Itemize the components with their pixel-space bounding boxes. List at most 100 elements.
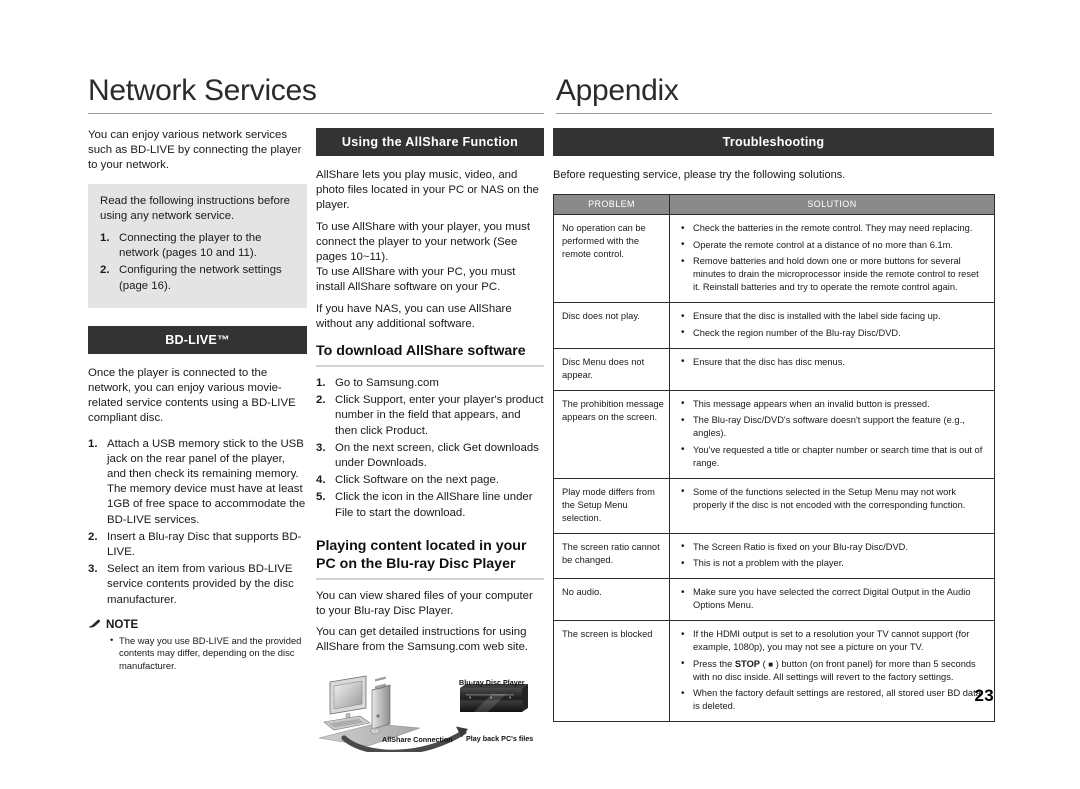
- list-number: 1.: [316, 377, 326, 390]
- table-row: The screen ratio cannot be changed. The …: [553, 533, 995, 579]
- list-text: Click the icon in the AllShare line unde…: [335, 491, 533, 519]
- column-appendix: Troubleshooting Before requesting servic…: [553, 128, 995, 752]
- section-header-troubleshooting: Troubleshooting: [553, 128, 994, 156]
- list-item: Check the region number of the Blu-ray D…: [680, 326, 988, 340]
- solution-list: Ensure that the disc is installed with t…: [680, 310, 988, 340]
- list-text: Configuring the network settings (page 1…: [119, 264, 282, 292]
- list-item: Ensure that the disc is installed with t…: [680, 310, 988, 323]
- table-row: The screen is blocked If the HDMI output…: [553, 620, 995, 722]
- network-instructions-list: 1. Connecting the player to the network …: [100, 231, 295, 294]
- network-intro-text: You can enjoy various network services s…: [88, 129, 302, 172]
- list-item: 2. Insert a Blu-ray Disc that supports B…: [88, 530, 307, 560]
- solution-list: Ensure that the disc has disc menus.: [680, 355, 988, 369]
- list-item: Check the batteries in the remote contro…: [680, 222, 988, 235]
- note-heading: NOTE: [88, 618, 307, 631]
- solution-list: If the HDMI output is set to a resolutio…: [680, 628, 988, 713]
- list-text: Select an item from various BD-LIVE serv…: [107, 563, 294, 606]
- cell-solution: If the HDMI output is set to a resolutio…: [669, 620, 995, 722]
- list-item: 1. Go to Samsung.com: [316, 376, 544, 391]
- cell-problem: The screen ratio cannot be changed.: [553, 533, 670, 579]
- list-text: Attach a USB memory stick to the USB jac…: [107, 437, 306, 526]
- list-item: Remove batteries and hold down one or mo…: [680, 255, 988, 294]
- list-number: 2.: [100, 264, 110, 277]
- stop-square-icon: ■: [768, 659, 774, 669]
- list-item: 5. Click the icon in the AllShare line u…: [316, 490, 544, 520]
- solution-list: Make sure you have selected the correct …: [680, 586, 988, 612]
- table-header: PROBLEM SOLUTION: [553, 194, 995, 215]
- diagram-label-connection: AllShare Connection: [382, 734, 453, 744]
- bd-live-intro-text: Once the player is connected to the netw…: [88, 366, 296, 425]
- list-text: Go to Samsung.com: [335, 377, 439, 390]
- list-text: Click Support, enter your player's produ…: [335, 394, 544, 437]
- list-number: 5.: [316, 491, 326, 504]
- title-rule-left: [88, 113, 544, 114]
- list-item: This message appears when an invalid but…: [680, 397, 988, 411]
- table-row: No audio. Make sure you have selected th…: [553, 578, 995, 621]
- network-instructions-box: Read the following instructions before u…: [88, 183, 307, 308]
- cell-problem: The screen is blocked: [553, 620, 670, 722]
- list-item: 1. Attach a USB memory stick to the USB …: [88, 437, 307, 528]
- cell-problem: The prohibition message appears on the s…: [553, 390, 670, 479]
- page-titles: Network Services Appendix: [88, 74, 992, 114]
- list-item: 3. On the next screen, click Get downloa…: [316, 441, 544, 471]
- subheading-playing-content: Playing content located in your PC on th…: [316, 537, 527, 572]
- subheading-rule-2: [316, 577, 544, 580]
- list-number: 3.: [316, 441, 326, 454]
- cell-problem: Disc Menu does not appear.: [553, 348, 670, 391]
- list-text: On the next screen, click Get downloads …: [335, 441, 539, 470]
- list-number: 1.: [88, 437, 98, 450]
- diagram-label-playback: Play back PC's files: [466, 733, 534, 743]
- cell-solution: Ensure that the disc has disc menus.: [669, 348, 995, 391]
- right-title-block: Appendix: [555, 74, 992, 114]
- subheading-rule: [316, 365, 544, 368]
- list-text: Click Software on the next page.: [335, 474, 499, 487]
- cell-problem: No operation can be performed with the r…: [553, 214, 670, 303]
- list-item: 4. Click Software on the next page.: [316, 473, 544, 488]
- column-header-problem: PROBLEM: [553, 194, 670, 215]
- table-row: The prohibition message appears on the s…: [553, 390, 995, 479]
- cell-solution: Make sure you have selected the correct …: [669, 578, 995, 621]
- page-title-appendix: Appendix: [555, 74, 679, 107]
- page-title-network-services: Network Services: [88, 74, 317, 107]
- table-row: Play mode differs from the Setup Menu se…: [553, 478, 995, 534]
- list-item: The Screen Ratio is fixed on your Blu-ra…: [680, 540, 988, 554]
- solution-list: The Screen Ratio is fixed on your Blu-ra…: [680, 540, 988, 571]
- cell-solution: Some of the functions selected in the Se…: [669, 478, 995, 534]
- cell-problem: No audio.: [553, 578, 670, 621]
- solution-list: This message appears when an invalid but…: [680, 397, 988, 470]
- solution-list: Some of the functions selected in the Se…: [680, 485, 988, 512]
- cell-problem: Play mode differs from the Setup Menu se…: [553, 478, 670, 534]
- list-item: Operate the remote control at a distance…: [680, 238, 988, 252]
- content-columns: You can enjoy various network services s…: [88, 128, 995, 755]
- solution-list: Check the batteries in the remote contro…: [680, 222, 988, 294]
- list-number: 2.: [316, 394, 326, 407]
- note-label: NOTE: [106, 617, 139, 631]
- title-rule-right: [555, 113, 992, 114]
- cell-solution: Check the batteries in the remote contro…: [669, 214, 995, 303]
- list-item: This is not a problem with the player.: [680, 557, 988, 570]
- page-number: 23: [974, 686, 994, 705]
- list-item: Some of the functions selected in the Se…: [680, 485, 988, 512]
- list-number: 2.: [88, 530, 98, 543]
- section-header-bd-live: BD-LIVE™: [88, 325, 307, 354]
- stop-label: STOP: [734, 658, 761, 669]
- table-row: Disc does not play. Ensure that the disc…: [553, 302, 995, 349]
- table-row: Disc Menu does not appear. Ensure that t…: [553, 348, 995, 391]
- list-item: Make sure you have selected the correct …: [680, 586, 988, 612]
- diagram-label-player: Blu-ray Disc Player: [459, 677, 525, 687]
- list-item: 1. Connecting the player to the network …: [100, 231, 295, 261]
- list-item: The way you use BD-LIVE and the provided…: [110, 634, 307, 673]
- cell-problem: Disc does not play.: [553, 302, 670, 349]
- list-item: 2. Configuring the network settings (pag…: [100, 263, 295, 293]
- network-instructions-lead: Read the following instructions before u…: [100, 194, 290, 222]
- cell-solution: Ensure that the disc is installed with t…: [669, 302, 995, 349]
- list-item: The Blu-ray Disc/DVD's software doesn't …: [680, 414, 988, 440]
- bd-live-steps-list: 1. Attach a USB memory stick to the USB …: [88, 437, 307, 608]
- list-item: When the factory default settings are re…: [680, 687, 988, 713]
- table-header-row: PROBLEM SOLUTION: [553, 194, 995, 215]
- troubleshooting-intro: Before requesting service, please try th…: [553, 169, 846, 181]
- list-number: 4.: [316, 474, 326, 487]
- list-item: You've requested a title or chapter numb…: [680, 443, 988, 470]
- stop-solution-text: Press the STOP ( ■ ) button (on front pa…: [693, 658, 976, 682]
- section-header-allshare: Using the AllShare Function: [316, 128, 544, 156]
